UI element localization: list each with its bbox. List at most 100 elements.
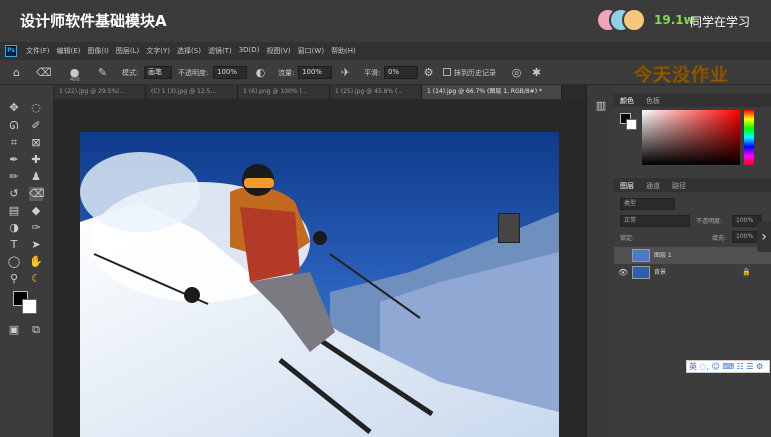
color-panel-tabs: 颜色 色板 — [614, 93, 771, 107]
tab-document-5[interactable]: 1 (14).jpg @ 66.7% (图层 1, RGB/8#) * — [422, 85, 562, 99]
tab-swatches[interactable]: 色板 — [646, 96, 660, 106]
erase-history-label: 抹到历史记录 — [454, 69, 496, 77]
menu-window[interactable]: 窗口(W) — [298, 46, 324, 56]
marquee-tool-icon[interactable]: ◌ — [29, 101, 43, 115]
panel-dock-strip: ▥ — [586, 85, 614, 437]
eraser-icon[interactable]: ⌫ — [36, 66, 52, 79]
quick-mask-icon[interactable]: ▣ — [7, 323, 21, 337]
layer-thumbnail — [632, 249, 650, 262]
document-tabs: 1 (22).jpg @ 29.5%(... (C) 1 (3).jpg @ 1… — [54, 85, 586, 99]
course-header: 设计师软件基础模块A 19.1w 同学在学习 — [0, 0, 771, 42]
pressure-opacity-icon[interactable]: ◐ — [254, 66, 267, 79]
skier-image — [80, 132, 559, 437]
airbrush-icon[interactable]: ✈ — [339, 66, 352, 79]
menu-edit[interactable]: 编辑(E) — [57, 46, 81, 56]
eraser-tool-icon[interactable]: ⌫ — [29, 187, 45, 201]
type-tool-icon[interactable]: T — [7, 238, 21, 252]
menu-image[interactable]: 图像(I) — [87, 46, 109, 56]
lock-icon: 🔒 — [742, 268, 751, 276]
tab-layers[interactable]: 图层 — [620, 181, 634, 191]
viewer-count: 19.1w — [654, 13, 695, 27]
tab-paths[interactable]: 路径 — [672, 181, 686, 191]
hue-slider[interactable] — [744, 110, 754, 165]
brush-tool-icon[interactable]: ✏ — [7, 170, 21, 184]
viewer-label: 同学在学习 — [690, 15, 751, 29]
path-select-tool-icon[interactable]: ➤ — [29, 238, 43, 252]
blur-tool-icon[interactable]: ◆ — [29, 204, 43, 218]
layer-row[interactable]: 图层 1 — [614, 247, 771, 264]
layer-name: 图层 1 — [654, 252, 672, 259]
layer-kind-filter[interactable]: 类型 — [620, 198, 675, 210]
menu-view[interactable]: 视图(V) — [266, 46, 290, 56]
gradient-tool-icon[interactable]: ▤ — [7, 204, 21, 218]
quick-select-tool-icon[interactable]: ✐ — [29, 119, 43, 133]
mode-select[interactable]: 画笔 — [144, 66, 172, 79]
layer-name: 背景 — [654, 269, 667, 276]
viewer-avatars — [596, 8, 648, 34]
tab-document-3[interactable]: 1 (6).png @ 100% (... — [238, 85, 330, 99]
ime-toolbar[interactable]: 英 ◌, ☺ ⌨ ☷ ☰ ⚙ — [686, 360, 770, 373]
smoothing-label: 平滑: — [364, 69, 381, 77]
menu-layer[interactable]: 图层(L) — [116, 46, 139, 56]
eye-icon[interactable]: 👁 — [618, 264, 628, 281]
menu-file[interactable]: 文件(F) — [26, 46, 50, 56]
opacity-field[interactable]: 100% — [213, 66, 247, 79]
menu-items: 文件(F) 编辑(E) 图像(I) 图层(L) 文字(Y) 选择(S) 滤镜(T… — [26, 46, 356, 56]
lock-label: 锁定: — [620, 235, 635, 242]
watermark-text: 今天没作业 — [634, 65, 729, 87]
menu-3d[interactable]: 3D(D) — [239, 46, 260, 56]
chevron-right-icon[interactable]: › — [757, 222, 771, 252]
menu-type[interactable]: 文字(Y) — [146, 46, 170, 56]
brush-size-value: 400 — [70, 77, 80, 83]
pen-tool-icon[interactable]: ✑ — [29, 221, 43, 235]
erase-history-checkbox[interactable] — [443, 68, 451, 76]
right-panels: 颜色 色板 图层 通道 路径 类型 正常 不透明度: 100% 锁定: 填充: … — [614, 85, 771, 437]
flow-field[interactable]: 100% — [298, 66, 332, 79]
hand-tool-icon[interactable]: ✋ — [29, 255, 43, 269]
screen: 设计师软件基础模块A 19.1w 同学在学习 Ps 文件(F) 编辑(E) 图像… — [0, 0, 771, 437]
layers-panel-tabs: 图层 通道 路径 — [614, 178, 771, 192]
frame-tool-icon[interactable]: ⊠ — [29, 136, 43, 150]
color-picker-field[interactable] — [642, 110, 740, 165]
lasso-tool-icon[interactable]: ᘏ — [7, 119, 21, 133]
opacity-label: 不透明度: — [178, 69, 209, 77]
banana-icon[interactable]: ☾ — [29, 272, 43, 286]
ellipse-tool-icon[interactable]: ◯ — [7, 255, 21, 269]
tab-channels[interactable]: 通道 — [646, 181, 660, 191]
layer-row[interactable]: 👁 背景 🔒 — [614, 264, 771, 281]
stamp-tool-icon[interactable]: ♟ — [29, 170, 43, 184]
tab-document-1[interactable]: 1 (22).jpg @ 29.5%(... — [54, 85, 146, 99]
menu-select[interactable]: 选择(S) — [177, 46, 201, 56]
move-tool-icon[interactable]: ✥ — [7, 101, 21, 115]
symmetry-icon[interactable]: ✱ — [530, 66, 543, 79]
gear-icon[interactable]: ⚙ — [422, 66, 435, 79]
eyedropper-tool-icon[interactable]: ✒ — [7, 153, 21, 167]
history-panel-icon[interactable]: ▥ — [594, 99, 608, 113]
background-swatch-small[interactable] — [626, 119, 637, 130]
dodge-tool-icon[interactable]: ◑ — [7, 221, 21, 235]
background-color-swatch[interactable] — [22, 299, 37, 314]
history-brush-tool-icon[interactable]: ↺ — [7, 187, 21, 201]
crop-tool-icon[interactable]: ⌗ — [7, 136, 21, 150]
course-title: 设计师软件基础模块A — [20, 12, 167, 30]
menu-filter[interactable]: 滤镜(T) — [208, 46, 232, 56]
skier-photo[interactable] — [80, 132, 559, 437]
canvas-area[interactable] — [54, 99, 586, 437]
healing-tool-icon[interactable]: ✚ — [29, 153, 43, 167]
blend-mode-select[interactable]: 正常 — [620, 215, 690, 227]
screen-mode-icon[interactable]: ⧉ — [29, 323, 43, 337]
home-icon[interactable]: ⌂ — [10, 66, 23, 79]
menu-bar: Ps 文件(F) 编辑(E) 图像(I) 图层(L) 文字(Y) 选择(S) 滤… — [0, 42, 771, 60]
menu-help[interactable]: 帮助(H) — [331, 46, 356, 56]
brush-settings-icon[interactable]: ✎ — [96, 66, 109, 79]
floating-panel[interactable] — [498, 213, 520, 243]
smoothing-field[interactable]: 0% — [384, 66, 418, 79]
tab-color[interactable]: 颜色 — [620, 96, 634, 106]
tab-document-2[interactable]: (C) 1 (3).jpg @ 12.5... — [146, 85, 238, 99]
ps-logo: Ps — [5, 45, 17, 57]
tools-panel: ✥ ◌ ᘏ ✐ ⌗ ⊠ ✒ ✚ ✏ ♟ ↺ ⌫ ▤ ◆ ◑ ✑ T ➤ ◯ ✋ … — [0, 85, 54, 437]
zoom-tool-icon[interactable]: ⚲ — [7, 272, 21, 286]
mode-label: 模式: — [122, 69, 139, 77]
tab-document-4[interactable]: 1 (25).jpg @ 45.8% (... — [330, 85, 422, 99]
pressure-size-icon[interactable]: ◎ — [510, 66, 523, 79]
